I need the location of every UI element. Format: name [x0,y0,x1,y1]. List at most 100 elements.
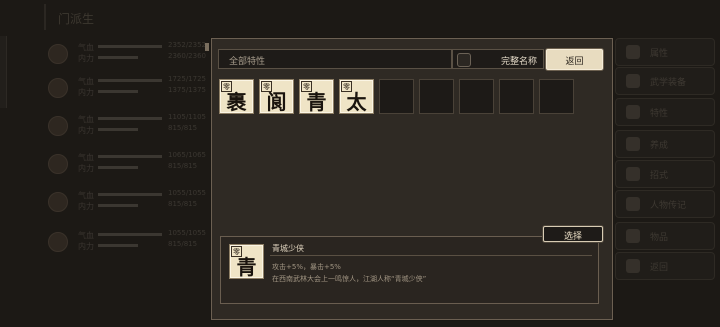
side-menu-label: 招式 [650,171,669,181]
select-button-label: 选择 [563,232,582,242]
dialog-edge-marker [205,43,209,51]
side-menu-button[interactable]: 属性 [615,38,715,66]
hp-bar [98,117,162,120]
back-button-label: 返回 [565,57,584,67]
menu-icon [626,197,640,211]
mp-value: 815/815 [168,124,198,132]
character-avatar [48,116,68,136]
hp-value: 2352/2352 [168,41,206,49]
hp-label: 气血 [78,191,94,200]
hp-value: 1105/1105 [168,113,206,121]
menu-icon [626,105,640,119]
detail-divider [270,255,592,256]
menu-icon [626,229,640,243]
character-avatar [48,78,68,98]
mp-bar [98,204,138,207]
hp-bar [98,45,162,48]
side-menu-label: 人物传记 [650,201,687,211]
mp-value: 815/815 [168,162,198,170]
character-row[interactable]: 气血内力 1065/1065 815/815 [44,150,206,178]
trait-char: 阆 [266,90,287,114]
side-menu-label: 物品 [650,233,669,243]
hp-value: 1055/1055 [168,189,206,197]
mp-bar [98,166,138,169]
side-menu-button[interactable]: 物品 [615,222,715,250]
menu-icon [626,259,640,273]
character-avatar [48,232,68,252]
empty-trait-slot[interactable] [499,79,534,114]
full-name-label: 完整名称 [501,57,538,67]
mp-value: 1375/1375 [168,86,206,94]
full-name-checkbox[interactable] [457,53,471,67]
mp-value: 815/815 [168,240,198,248]
trait-char: 青 [306,90,327,114]
hp-value: 1065/1065 [168,151,206,159]
side-menu-label: 属性 [650,49,669,59]
character-avatar [48,192,68,212]
trait-filter-text: 全部特性 [229,57,266,67]
hp-bar [98,79,162,82]
menu-icon [626,137,640,151]
side-menu-button[interactable]: 招式 [615,160,715,188]
hp-bar [98,233,162,236]
character-row[interactable]: 气血内力 1105/1105 815/815 [44,112,206,140]
trait-tile[interactable]: 零太 [339,79,374,114]
character-avatar [48,44,68,64]
side-menu-label: 养成 [650,141,669,151]
side-menu-label: 武学装备 [650,78,687,88]
empty-trait-slot[interactable] [539,79,574,114]
side-menu-label: 返回 [650,263,669,273]
character-avatar [48,154,68,174]
left-strip [0,36,7,108]
empty-trait-slot[interactable] [379,79,414,114]
empty-trait-slot[interactable] [419,79,454,114]
side-menu-button[interactable]: 特性 [615,98,715,126]
hp-label: 气血 [78,77,94,86]
character-row[interactable]: 气血 内力 2352/2352 2360/2360 [44,40,206,68]
select-button[interactable]: 选择 [543,226,603,242]
mp-bar [98,128,138,131]
detail-trait-char: 青 [236,255,257,279]
side-menu-label: 特性 [650,109,669,119]
full-name-toggle[interactable]: 完整名称 [452,49,544,69]
empty-trait-slot[interactable] [459,79,494,114]
hp-label: 气血 [78,231,94,240]
mp-label: 内力 [78,54,94,63]
character-row[interactable]: 气血内力 1055/1055 815/815 [44,188,206,216]
side-menu-button[interactable]: 养成 [615,130,715,158]
mp-bar [98,244,138,247]
detail-trait-title: 青城少侠 [272,244,304,253]
trait-tile[interactable]: 零青 [299,79,334,114]
character-row[interactable]: 气血 内力 1725/1725 1375/1375 [44,74,206,102]
hp-value: 1055/1055 [168,229,206,237]
hp-label: 气血 [78,43,94,52]
mp-value: 815/815 [168,200,198,208]
trait-tile[interactable]: 零阆 [259,79,294,114]
back-button[interactable]: 返回 [546,49,603,70]
mp-label: 内力 [78,164,94,173]
menu-icon [626,167,640,181]
side-menu-button[interactable]: 返回 [615,252,715,280]
side-menu-button[interactable]: 武学装备 [615,67,715,95]
character-row[interactable]: 气血内力 1055/1055 815/815 [44,228,206,256]
trait-filter-field[interactable]: 全部特性 [218,49,452,69]
hp-value: 1725/1725 [168,75,206,83]
mp-bar [98,56,138,59]
top-tab: 门派生 [44,4,132,30]
hp-bar [98,155,162,158]
menu-icon [626,74,640,88]
trait-tile[interactable]: 零裹 [219,79,254,114]
mp-label: 内力 [78,202,94,211]
hp-label: 气血 [78,153,94,162]
trait-char: 裹 [226,90,247,114]
mp-label: 内力 [78,242,94,251]
hp-bar [98,193,162,196]
side-menu-button[interactable]: 人物传记 [615,190,715,218]
detail-trait-description: 在西南武林大会上一鸣惊人，江湖人称“青城少侠” [272,275,427,283]
mp-label: 内力 [78,126,94,135]
menu-icon [626,45,640,59]
hp-label: 气血 [78,115,94,124]
top-tab-title: 门派生 [58,12,95,26]
trait-char: 太 [346,90,367,114]
mp-bar [98,90,138,93]
